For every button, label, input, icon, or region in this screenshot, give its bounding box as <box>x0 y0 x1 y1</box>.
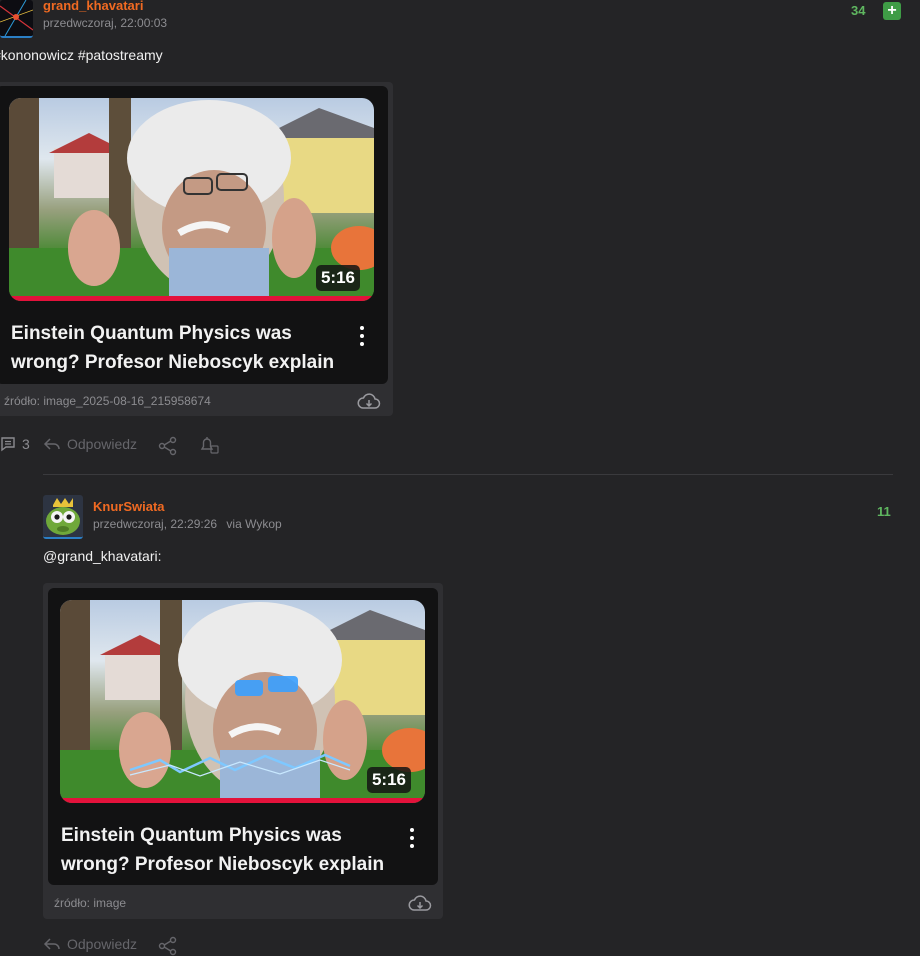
comments-button[interactable]: 3 <box>0 436 30 452</box>
post-timestamp: przedwczoraj, 22:00:03 <box>43 16 168 30</box>
progress-bar <box>9 296 374 301</box>
image-source: źródło: image <box>54 896 127 910</box>
more-vert-icon[interactable] <box>410 828 414 852</box>
reply-icon <box>43 938 60 950</box>
media-embed: 5:16 Einstein Quantum Physics was wrong?… <box>43 583 443 919</box>
video-thumbnail[interactable]: 5:16 <box>60 600 425 803</box>
upvote-button[interactable]: + <box>883 2 901 20</box>
reply-icon <box>43 438 60 450</box>
video-title-line1: Einstein Quantum Physics was <box>11 323 292 344</box>
video-duration: 5:16 <box>315 265 360 291</box>
image-source: źródło: image_2025-08-16_215958674 <box>4 394 211 408</box>
video-title-line1: Einstein Quantum Physics was <box>61 825 342 846</box>
divider <box>43 474 893 475</box>
video-title-line2: wrong? Profesor Nieboscyk explain <box>11 352 335 373</box>
video-duration: 5:16 <box>366 767 411 793</box>
comment-via[interactable]: via Wykop <box>226 517 281 531</box>
avatar[interactable] <box>43 495 83 539</box>
post-author[interactable]: grand_khavatari <box>43 0 143 13</box>
post-score: 34 <box>851 3 866 18</box>
reply-label: Odpowiedz <box>67 936 138 952</box>
comment-count: 3 <box>22 436 30 452</box>
comment-score: 11 <box>877 504 891 519</box>
video-preview[interactable]: 5:16 Einstein Quantum Physics was wrong?… <box>0 86 388 384</box>
post-tags[interactable]: #kononowicz #patostreamy <box>0 47 163 63</box>
share-icon[interactable] <box>158 436 178 456</box>
video-preview[interactable]: 5:16 Einstein Quantum Physics was wrong?… <box>48 588 438 885</box>
reply-button[interactable]: Odpowiedz <box>43 436 137 452</box>
progress-bar <box>60 798 425 803</box>
video-thumbnail[interactable]: 5:16 <box>9 98 374 301</box>
bell-icon[interactable] <box>198 435 220 455</box>
comment-text[interactable]: @grand_khavatari: <box>43 548 162 564</box>
comment-timestamp: przedwczoraj, 22:29:26 via Wykop <box>93 517 282 531</box>
reply-button[interactable]: Odpowiedz <box>43 936 137 952</box>
media-embed: 5:16 Einstein Quantum Physics was wrong?… <box>0 82 393 416</box>
share-icon[interactable] <box>158 936 178 956</box>
video-title-line2: wrong? Profesor Nieboscyk explain <box>61 854 385 875</box>
avatar[interactable] <box>0 0 33 38</box>
comment-author[interactable]: KnurSwiata <box>93 499 165 514</box>
more-vert-icon[interactable] <box>360 326 364 350</box>
comment-time: przedwczoraj, 22:29:26 <box>93 517 218 531</box>
cloud-download-icon[interactable] <box>357 393 381 411</box>
reply-label: Odpowiedz <box>67 436 138 452</box>
cloud-download-icon[interactable] <box>408 895 432 913</box>
comment-icon <box>1 437 15 452</box>
